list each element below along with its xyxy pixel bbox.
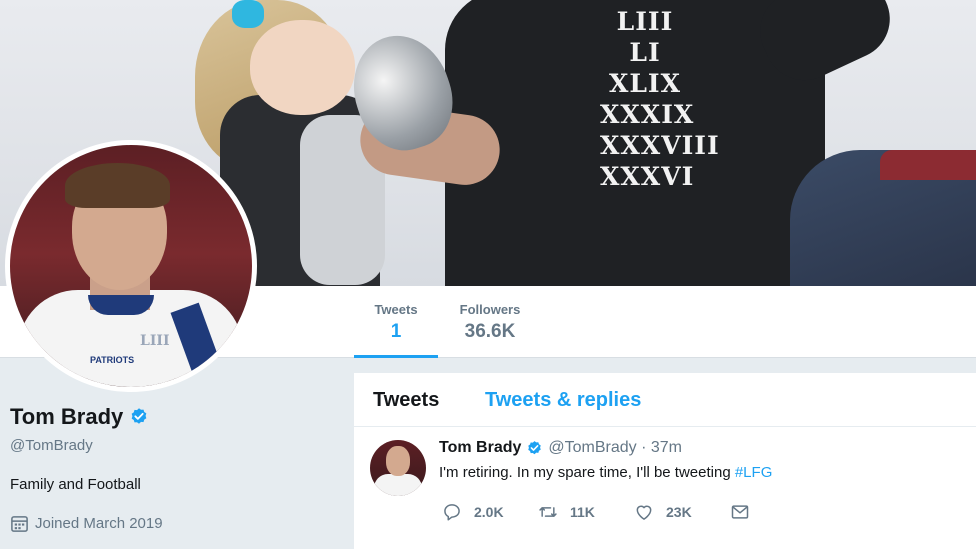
profile-name[interactable]: Tom Brady <box>10 404 123 430</box>
direct-message-button[interactable] <box>730 502 762 522</box>
stat-followers-label: Followers <box>459 302 521 317</box>
tweet-author-name[interactable]: Tom Brady <box>439 439 521 457</box>
tweet-body: I'm retiring. In my spare time, I'll be … <box>439 464 735 481</box>
tweets-timeline: Tweets Tweets & replies Tom Brady @TomBr… <box>354 373 976 549</box>
verified-badge-icon <box>528 440 542 454</box>
stat-followers-value: 36.6K <box>464 321 516 342</box>
retweet-count: 11K <box>570 504 595 520</box>
tab-tweets[interactable]: Tweets <box>373 389 439 412</box>
banner-child-collar <box>880 150 976 180</box>
tweet-avatar-face <box>386 446 410 476</box>
avatar-jersey-text: PATRIOTS <box>90 355 135 365</box>
reply-icon <box>444 504 460 521</box>
retweet-button[interactable]: 11K <box>538 502 595 522</box>
stat-tweets[interactable]: Tweets 1 <box>354 302 438 358</box>
like-count: 23K <box>666 504 692 520</box>
shirt-numerals: LIII LI XLIX XXXIX XXXVIII XXXVI <box>600 6 720 192</box>
tweet-author-handle-time[interactable]: @TomBrady · 37m <box>548 439 682 457</box>
banner-girl-face <box>250 20 355 115</box>
shirt-numeral: LIII <box>616 7 674 36</box>
shirt-numeral: XLIX <box>608 69 682 98</box>
avatar-patch-text: LIII <box>140 333 170 349</box>
shirt-numeral: XXXVIII <box>600 131 720 160</box>
stat-tweets-value: 1 <box>390 321 402 342</box>
profile-joined-date: Joined March 2019 <box>10 514 163 533</box>
tweet-hashtag[interactable]: #LFG <box>735 464 773 481</box>
verified-badge-icon <box>131 408 147 424</box>
avatar-collar <box>88 295 154 315</box>
shirt-numeral: XXXVI <box>600 162 695 191</box>
stat-followers[interactable]: Followers 36.6K <box>450 302 530 343</box>
tweet-item[interactable]: Tom Brady @TomBrady · 37m I'm retiring. … <box>354 428 976 549</box>
profile-avatar[interactable]: PATRIOTS LIII <box>5 140 257 392</box>
profile-name-row: Tom Brady <box>10 404 149 430</box>
tab-tweets-and-replies[interactable]: Tweets & replies <box>485 389 641 412</box>
shirt-numeral: LI <box>629 38 661 67</box>
banner-hair-bow <box>232 0 264 28</box>
reply-button[interactable]: 2.0K <box>442 502 504 522</box>
avatar-hair <box>65 163 170 208</box>
like-icon <box>636 505 652 520</box>
retweet-icon <box>539 507 557 517</box>
profile-bio: Family and Football <box>10 476 141 493</box>
tweet-actions: 2.0K 11K 23K <box>442 502 862 524</box>
calendar-icon <box>11 516 28 532</box>
tweet-avatar[interactable] <box>370 440 426 496</box>
direct-message-icon <box>731 505 749 519</box>
stat-tweets-label: Tweets <box>374 302 418 317</box>
reply-count: 2.0K <box>474 504 504 520</box>
profile-handle[interactable]: @TomBrady <box>10 437 93 454</box>
tweet-header: Tom Brady @TomBrady · 37m <box>439 439 682 457</box>
profile-joined-text: Joined March 2019 <box>35 515 163 532</box>
timeline-tabs: Tweets Tweets & replies <box>354 373 976 427</box>
shirt-numeral: XXXIX <box>600 100 695 129</box>
tweet-text: I'm retiring. In my spare time, I'll be … <box>439 464 772 481</box>
like-button[interactable]: 23K <box>634 502 692 522</box>
tweet-avatar-jersey <box>374 474 422 496</box>
